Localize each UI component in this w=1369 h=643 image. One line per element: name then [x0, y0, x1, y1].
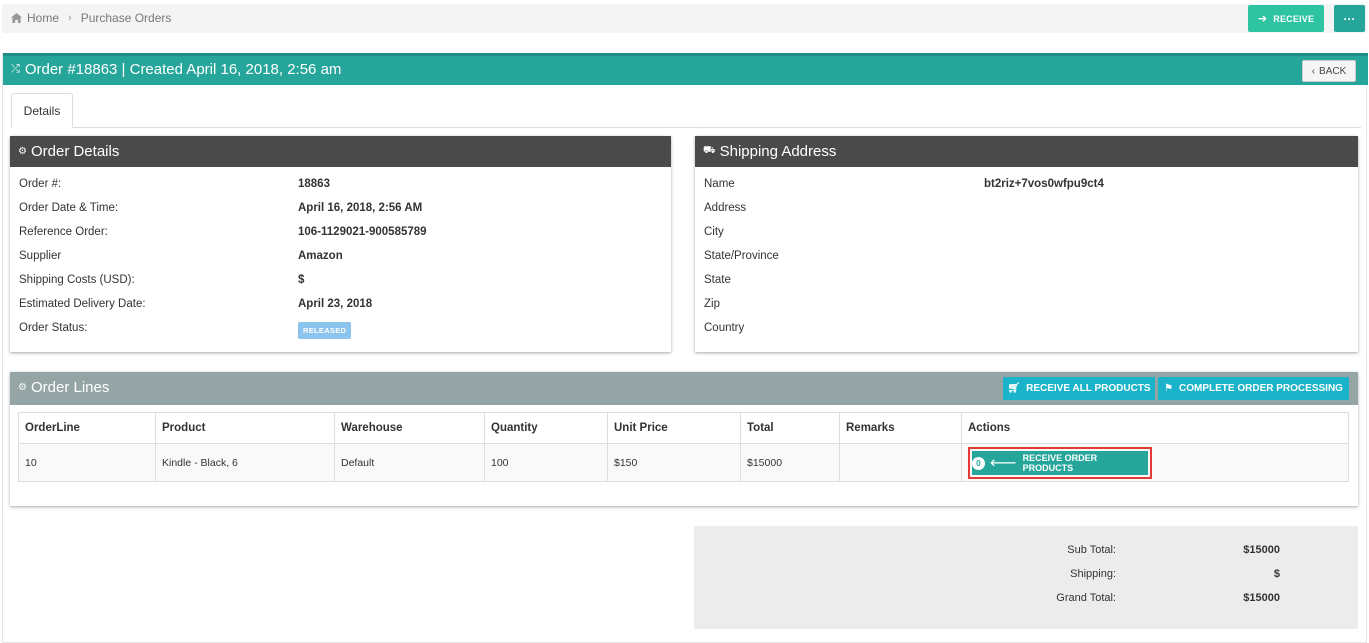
table-header-row: OrderLine Product Warehouse Quantity Uni…	[18, 412, 1349, 444]
order-details-card: ⚙ Order Details Order #: 18863 Order Dat…	[10, 136, 671, 352]
totals-box: Sub Total: $15000 Shipping: $ Grand Tota…	[694, 526, 1358, 629]
delivery-date-value: April 23, 2018	[298, 298, 373, 310]
ship-address-label: Address	[704, 202, 747, 214]
flag-icon: ⚑	[1164, 383, 1174, 394]
receive-button[interactable]: ➜ RECEIVE	[1248, 5, 1324, 32]
warehouse-cell: Default	[334, 443, 485, 482]
ship-name-label: Name	[704, 178, 735, 190]
table-row: 10 Kindle - Black, 6 Default 100 $150 $1…	[18, 443, 1349, 482]
column-header: Remarks	[839, 412, 962, 444]
remarks-cell	[839, 443, 962, 482]
arrow-left-icon: 🡐	[989, 458, 1017, 469]
cart-icon: 🛒︎	[1007, 383, 1021, 394]
ship-state-label: State	[704, 274, 731, 286]
order-title: ⤮ Order #18863 | Created April 16, 2018,…	[11, 61, 341, 78]
order-lines-title: ⚙ Order Lines	[18, 379, 109, 396]
breadcrumb-current: Purchase Orders	[80, 11, 172, 25]
shipping-address-header: ⛟ Shipping Address	[695, 136, 1358, 167]
count-badge: 0	[972, 456, 985, 470]
grand-total-label: Grand Total:	[1056, 592, 1116, 604]
orderline-cell: 10	[18, 443, 156, 482]
receive-all-products-button[interactable]: 🛒︎ RECEIVE ALL PRODUCTS	[1003, 377, 1155, 400]
back-button[interactable]: ‹ BACK	[1302, 60, 1356, 82]
actions-cell: 0 🡐 RECEIVE ORDER PRODUCTS	[961, 443, 1349, 482]
ship-country-label: Country	[704, 322, 745, 334]
order-details-header: ⚙ Order Details	[10, 136, 671, 167]
order-status-label: Order Status:	[19, 322, 88, 334]
order-number-value: 18863	[298, 178, 330, 190]
order-panel-header: ⤮ Order #18863 | Created April 16, 2018,…	[3, 53, 1368, 85]
delivery-date-label: Estimated Delivery Date:	[19, 298, 146, 310]
receive-button-label: RECEIVE	[1273, 13, 1315, 24]
truck-icon: ⛟	[703, 145, 716, 156]
column-header: OrderLine	[18, 412, 156, 444]
order-lines-header: ⚙ Order Lines 🛒︎ RECEIVE ALL PRODUCTS ⚑ …	[10, 372, 1358, 405]
grand-total-value: $15000	[1243, 592, 1280, 604]
order-lines-title-text: Order Lines	[30, 379, 110, 396]
column-header: Actions	[961, 412, 1349, 444]
sub-total-label: Sub Total:	[1067, 544, 1116, 556]
column-header: Product	[155, 412, 335, 444]
order-details-title: Order Details	[30, 143, 120, 160]
chevron-right-icon: ›	[68, 12, 72, 24]
arrow-right-icon: ➜	[1257, 13, 1268, 25]
complete-order-processing-label: COMPLETE ORDER PROCESSING	[1179, 383, 1343, 394]
ship-zip-label: Zip	[704, 298, 720, 310]
order-title-text: Order #18863 | Created April 16, 2018, 2…	[24, 61, 342, 78]
ship-city-label: City	[704, 226, 724, 238]
order-lines-table: OrderLine Product Warehouse Quantity Uni…	[18, 412, 1349, 482]
complete-order-processing-button[interactable]: ⚑ COMPLETE ORDER PROCESSING	[1158, 377, 1349, 400]
order-number-label: Order #:	[19, 178, 62, 190]
receive-order-products-label: RECEIVE ORDER PRODUCTS	[1022, 453, 1098, 473]
supplier-label: Supplier	[19, 250, 62, 262]
receive-order-products-button[interactable]: 0 🡐 RECEIVE ORDER PRODUCTS	[972, 451, 1148, 475]
ship-province-label: State/Province	[704, 250, 779, 262]
column-header: Warehouse	[334, 412, 485, 444]
home-icon	[11, 13, 22, 23]
shipping-value: $	[1273, 568, 1280, 580]
ellipsis-icon: ···	[1343, 11, 1356, 26]
tab-bar: Details	[11, 93, 1361, 128]
back-button-label: BACK	[1319, 65, 1347, 77]
column-header: Total	[740, 412, 840, 444]
ship-name-value: bt2riz+7vos0wfpu9ct4	[984, 178, 1104, 190]
column-header: Quantity	[484, 412, 608, 444]
reference-order-label: Reference Order:	[19, 226, 108, 238]
sub-total-value: $15000	[1243, 544, 1280, 556]
receive-all-products-label: RECEIVE ALL PRODUCTS	[1026, 383, 1151, 394]
supplier-value: Amazon	[298, 250, 343, 262]
shuffle-icon: ⤮	[11, 63, 20, 75]
shipping-costs-value: $	[298, 274, 305, 286]
highlight-box: 0 🡐 RECEIVE ORDER PRODUCTS	[968, 447, 1152, 479]
unit-price-cell: $150	[607, 443, 741, 482]
chevron-left-icon: ‹	[1311, 65, 1316, 77]
quantity-cell: 100	[484, 443, 608, 482]
column-header: Unit Price	[607, 412, 741, 444]
breadcrumb: Home › Purchase Orders	[11, 11, 171, 25]
top-bar: Home › Purchase Orders	[2, 4, 1367, 33]
cogs-icon: ⚙	[18, 382, 27, 393]
reference-order-value: 106-1129021-900585789	[298, 226, 427, 238]
shipping-address-title: Shipping Address	[719, 143, 837, 160]
tab-details[interactable]: Details	[11, 93, 73, 128]
cogs-icon: ⚙	[18, 146, 27, 157]
shipping-address-card: ⛟ Shipping Address Name bt2riz+7vos0wfpu…	[695, 136, 1358, 352]
total-cell: $15000	[740, 443, 840, 482]
more-options-button[interactable]: ···	[1334, 5, 1365, 32]
product-cell: Kindle - Black, 6	[155, 443, 335, 482]
order-date-value: April 16, 2018, 2:56 AM	[298, 202, 423, 214]
status-badge: RELEASED	[298, 322, 352, 339]
order-lines-card: ⚙ Order Lines 🛒︎ RECEIVE ALL PRODUCTS ⚑ …	[10, 372, 1358, 506]
shipping-costs-label: Shipping Costs (USD):	[19, 274, 135, 286]
shipping-label: Shipping:	[1070, 568, 1116, 580]
breadcrumb-home[interactable]: Home	[27, 11, 59, 25]
order-date-label: Order Date & Time:	[19, 202, 119, 214]
